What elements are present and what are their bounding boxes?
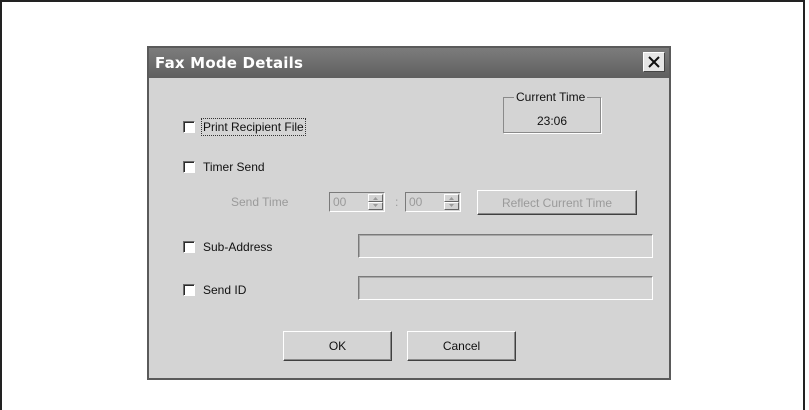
close-icon <box>648 56 660 68</box>
close-button[interactable] <box>643 52 665 72</box>
time-separator: : <box>395 195 399 209</box>
ok-label: OK <box>328 339 347 353</box>
dialog-title: Fax Mode Details <box>155 54 304 72</box>
send-id-label: Send ID <box>203 283 247 297</box>
reflect-current-time-label: Reflect Current Time <box>501 195 613 210</box>
title-bar: Fax Mode Details <box>149 48 669 78</box>
sub-address-input[interactable] <box>358 234 653 258</box>
hour-value: 00 <box>333 195 347 209</box>
current-time-group: Current Time 23:06 <box>503 90 601 133</box>
fax-mode-details-dialog: Fax Mode Details Print Recipient File Cu… <box>147 46 671 380</box>
timer-send-option[interactable]: Timer Send <box>183 160 265 174</box>
minute-spin-arrows[interactable] <box>444 194 459 210</box>
spin-up-icon[interactable] <box>368 194 383 202</box>
sub-address-label: Sub-Address <box>203 240 273 254</box>
cancel-button[interactable]: Cancel <box>407 331 516 361</box>
spin-down-icon[interactable] <box>368 202 383 210</box>
timer-send-checkbox[interactable] <box>183 161 195 173</box>
reflect-current-time-button[interactable]: Reflect Current Time <box>477 190 637 215</box>
spin-down-icon[interactable] <box>444 202 459 210</box>
timer-send-label: Timer Send <box>203 160 265 174</box>
cancel-label: Cancel <box>442 339 481 353</box>
current-time-label: Current Time <box>514 90 588 104</box>
print-recipient-file-checkbox[interactable] <box>183 121 195 133</box>
ok-button[interactable]: OK <box>283 331 392 361</box>
hour-spin-arrows[interactable] <box>368 194 383 210</box>
send-time-hour-spinner[interactable]: 00 <box>329 192 385 212</box>
print-recipient-file-option[interactable]: Print Recipient File <box>183 118 306 136</box>
sub-address-checkbox[interactable] <box>183 241 195 253</box>
send-id-checkbox[interactable] <box>183 284 195 296</box>
spin-up-icon[interactable] <box>444 194 459 202</box>
send-id-input[interactable] <box>358 276 653 300</box>
minute-value: 00 <box>409 195 423 209</box>
send-id-option[interactable]: Send ID <box>183 283 246 297</box>
send-time-label: Send Time <box>231 195 289 209</box>
send-time-minute-spinner[interactable]: 00 <box>405 192 461 212</box>
sub-address-option[interactable]: Sub-Address <box>183 240 272 254</box>
print-recipient-file-label: Print Recipient File <box>201 118 306 136</box>
current-time-value: 23:06 <box>536 114 568 128</box>
